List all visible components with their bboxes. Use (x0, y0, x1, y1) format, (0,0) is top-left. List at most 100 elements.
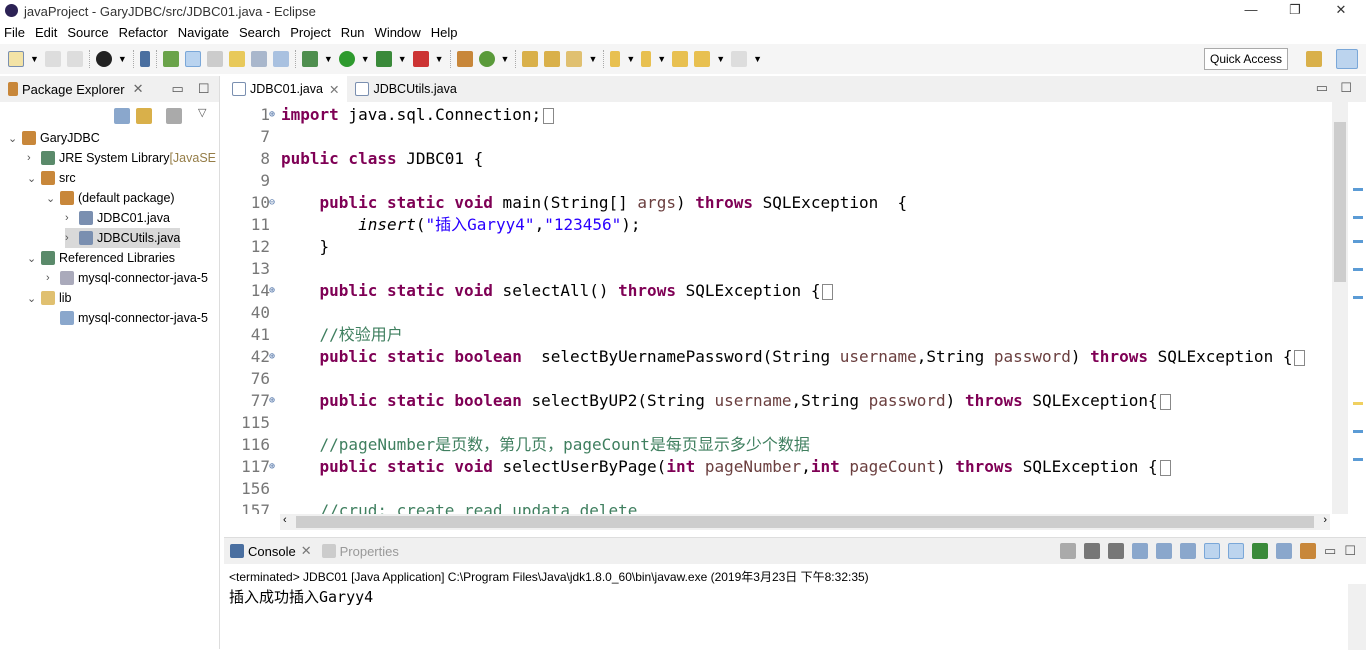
console-tab-console[interactable]: Console ✕ (230, 543, 312, 559)
view-menu-icon[interactable]: ▽ (198, 106, 206, 119)
console-tab-properties[interactable]: Properties (321, 544, 399, 559)
show-stderr-icon[interactable] (1228, 543, 1245, 559)
fold-toggle-icon[interactable]: ⊕ (269, 346, 275, 368)
restore-button[interactable]: ❐ (1272, 0, 1318, 22)
folded-code-marker[interactable] (1294, 349, 1306, 366)
java-perspective-icon[interactable] (1336, 49, 1358, 69)
forward-icon[interactable] (731, 51, 748, 67)
minimize-editor-icon[interactable]: ▭ (1316, 80, 1328, 96)
close-tab-icon[interactable]: ✕ (301, 543, 312, 559)
display-console-icon[interactable] (1276, 543, 1293, 559)
save-icon[interactable] (44, 51, 61, 67)
minimize-button[interactable]: — (1228, 0, 1274, 22)
hscroll-thumb[interactable] (296, 516, 1314, 528)
console-output[interactable]: 插入成功插入Garyy4 (224, 584, 1366, 609)
tree-item[interactable]: mysql-connector-java-5 (46, 308, 208, 328)
chevron-down-icon[interactable]: ⌄ (27, 292, 41, 305)
tree-item[interactable]: ⌄ (default package) (46, 188, 175, 208)
chevron-down-icon[interactable]: ⌄ (27, 252, 41, 265)
horizontal-scrollbar[interactable]: ‹ › (280, 514, 1330, 530)
tree-item[interactable]: › JRE System Library [JavaSE (27, 148, 216, 168)
close-tab-icon[interactable]: ✕ (329, 82, 339, 97)
link-icon[interactable] (206, 51, 223, 67)
new-package-icon[interactable] (456, 51, 473, 67)
tree-item[interactable]: › mysql-connector-java-5 (46, 268, 208, 288)
coverage-icon[interactable] (375, 51, 392, 67)
menu-window[interactable]: Window (375, 25, 421, 40)
editor-tab[interactable]: JDBC01.java ✕ (224, 76, 348, 102)
code-area[interactable]: 1 ⊕ import java.sql.Connection; 7 8 public cl… (224, 104, 1332, 514)
next-annotation-icon[interactable] (610, 51, 621, 67)
menu-navigate[interactable]: Navigate (178, 25, 229, 40)
chevron-right-icon[interactable]: › (46, 272, 60, 284)
chevron-right-icon[interactable]: › (65, 232, 79, 244)
focus-icon[interactable] (166, 108, 182, 124)
menu-run[interactable]: Run (341, 25, 365, 40)
folded-code-marker[interactable] (1159, 393, 1171, 410)
console-scrollbar[interactable] (1348, 584, 1366, 650)
fold-toggle-icon[interactable]: ⊕ (269, 390, 275, 412)
block-select-icon[interactable] (250, 51, 267, 67)
back-icon[interactable] (694, 51, 711, 67)
scroll-lock-icon[interactable] (1156, 543, 1173, 559)
open-type-icon[interactable] (522, 51, 539, 67)
fold-toggle-icon[interactable]: ⊕ (269, 456, 275, 478)
chevron-down-icon[interactable]: ⌄ (27, 172, 41, 185)
save-all-icon[interactable] (66, 51, 83, 67)
search-icon[interactable] (162, 51, 179, 67)
remove-launch-icon[interactable] (1084, 543, 1101, 559)
open-task-icon[interactable] (544, 51, 561, 67)
tree-item[interactable]: ⌄ Referenced Libraries (27, 248, 175, 268)
fold-toggle-icon[interactable]: ⊕ (269, 280, 275, 302)
menu-source[interactable]: Source (67, 25, 108, 40)
fold-toggle-icon[interactable]: ⊖ (269, 192, 275, 214)
open-perspective-icon[interactable] (1306, 51, 1322, 67)
menu-search[interactable]: Search (239, 25, 280, 40)
fold-toggle-icon[interactable]: ⊕ (269, 104, 275, 126)
debug-icon[interactable] (301, 51, 318, 67)
profile-icon[interactable] (95, 51, 112, 67)
annotation-icon[interactable] (228, 51, 245, 67)
external-tools-icon[interactable] (412, 51, 429, 67)
collapse-all-icon[interactable] (114, 108, 130, 124)
remove-all-icon[interactable] (1108, 543, 1125, 559)
prev-annotation-icon[interactable] (641, 51, 652, 67)
clear-console-icon[interactable] (1132, 543, 1149, 559)
run-icon[interactable] (338, 51, 355, 67)
whitespace-icon[interactable] (272, 51, 289, 67)
skip-breakpoints-icon[interactable] (139, 51, 150, 67)
show-stdout-icon[interactable] (1204, 543, 1221, 559)
editor-tab[interactable]: JDBCUtils.java (347, 76, 464, 102)
scroll-thumb[interactable] (1334, 122, 1346, 282)
folded-code-marker[interactable] (1159, 459, 1171, 476)
chevron-down-icon[interactable]: ⌄ (46, 192, 60, 205)
tree-item[interactable]: ⌄ GaryJDBC (8, 128, 100, 148)
maximize-view-icon[interactable]: ☐ (198, 81, 210, 97)
chevron-right-icon[interactable]: › (27, 152, 41, 164)
quick-access-input[interactable]: Quick Access (1204, 48, 1288, 70)
search-pen-icon[interactable] (566, 51, 583, 67)
folded-code-marker[interactable] (543, 107, 555, 124)
maximize-editor-icon[interactable]: ☐ (1340, 80, 1352, 96)
word-wrap-icon[interactable] (1180, 543, 1197, 559)
close-button[interactable]: ✕ (1318, 0, 1364, 22)
menu-project[interactable]: Project (290, 25, 330, 40)
minimize-console-icon[interactable]: ▭ (1324, 543, 1336, 559)
close-tab-icon[interactable]: ✕ (133, 81, 144, 97)
vertical-scrollbar[interactable] (1332, 102, 1348, 514)
new-icon[interactable] (8, 51, 24, 67)
open-console-icon[interactable] (1300, 543, 1317, 559)
menu-help[interactable]: Help (431, 25, 458, 40)
pin-console-icon[interactable] (1252, 543, 1269, 559)
mark-occurrences-icon[interactable] (184, 51, 201, 67)
folded-code-marker[interactable] (822, 283, 834, 300)
tree-item[interactable]: ⌄ lib (27, 288, 72, 308)
menu-refactor[interactable]: Refactor (119, 25, 168, 40)
tree-item[interactable]: ⌄ src (27, 168, 76, 188)
menu-file[interactable]: File (4, 25, 25, 40)
terminate-icon[interactable] (1060, 543, 1077, 559)
tree-item[interactable]: › JDBC01.java (65, 208, 170, 228)
tree-item[interactable]: › JDBCUtils.java (65, 228, 181, 248)
package-explorer-tab[interactable]: Package Explorer ✕ ▭ ☐ (0, 76, 219, 102)
last-edit-icon[interactable] (672, 51, 689, 67)
